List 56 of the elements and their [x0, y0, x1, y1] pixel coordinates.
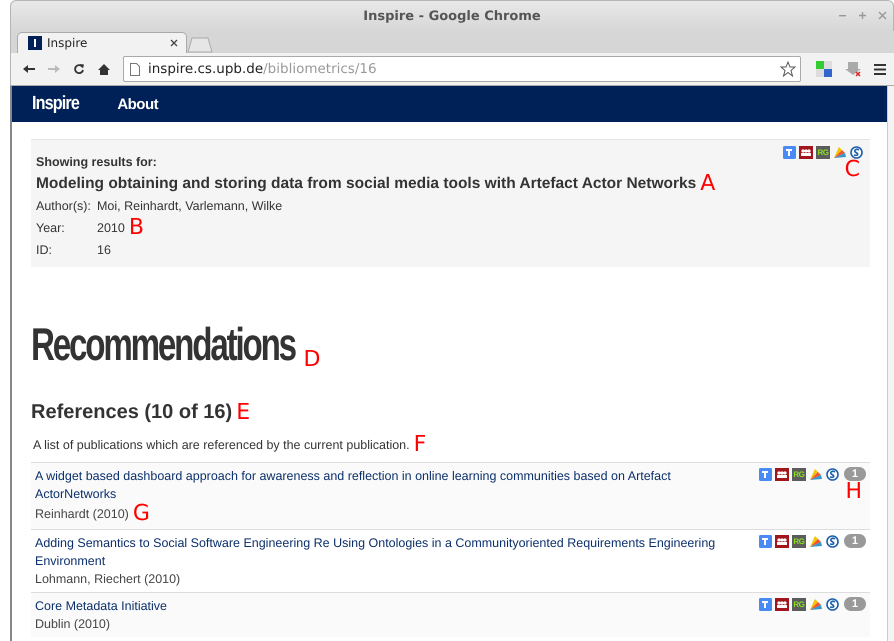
- count-badge: 1: [844, 597, 866, 611]
- browser-tab[interactable]: Inspire: [17, 32, 187, 53]
- annotation-letter: A: [700, 173, 716, 195]
- annotation-letter: F: [414, 434, 426, 456]
- rg-icon[interactable]: RG: [792, 598, 806, 610]
- extension-icon[interactable]: [816, 61, 832, 77]
- brand-link[interactable]: Inspire: [32, 93, 80, 115]
- field-value: 2010: [97, 221, 125, 235]
- close-icon[interactable]: [170, 39, 178, 47]
- reference-authors: Lohmann, Riechert (2010): [35, 571, 180, 588]
- rg-icon[interactable]: RG: [816, 146, 830, 159]
- publication-title: Modeling obtaining and storing data from social media tools with Artefact Actor Networks: [36, 175, 696, 193]
- star-icon[interactable]: [780, 61, 796, 77]
- reference-authors: Dublin (2010): [35, 616, 110, 633]
- reference-link[interactable]: A widget based dashboard approach for awareness and reflection in online learning communities based on Artefact ActorNetworks: [35, 467, 735, 503]
- fan-icon[interactable]: [808, 468, 823, 480]
- home-icon[interactable]: [98, 64, 110, 74]
- people-icon[interactable]: [774, 598, 789, 610]
- section-description: A list of publications which are referenced by the current publication.: [33, 438, 410, 452]
- annotation-letter: H: [845, 481, 862, 503]
- window-title: Inspire - Google Chrome: [363, 8, 541, 24]
- people-icon[interactable]: [774, 534, 789, 548]
- rg-icon[interactable]: RG: [792, 468, 806, 480]
- section-heading: References (10 of 16): [31, 401, 232, 424]
- annotation-letter: E: [236, 402, 250, 424]
- reload-icon[interactable]: [73, 63, 85, 75]
- back-icon[interactable]: [23, 64, 35, 74]
- scrollbar[interactable]: [887, 86, 894, 641]
- count-badge: 1: [844, 534, 866, 548]
- field-label: Author(s):: [36, 199, 92, 213]
- address-bar[interactable]: inspire.cs.upb.de/bibliometrics/16: [123, 56, 801, 82]
- fan-icon[interactable]: [808, 598, 823, 610]
- page-icon: [130, 62, 140, 76]
- page-heading: Recommendations: [31, 317, 295, 371]
- reference-authors: Reinhardt (2010): [35, 506, 129, 523]
- annotation-letter: B: [128, 217, 144, 239]
- fan-icon[interactable]: [808, 534, 823, 548]
- annotation-letter: D: [304, 349, 320, 371]
- annotation-letter: G: [132, 503, 150, 525]
- field-value: Moi, Reinhardt, Varlemann, Wilke: [97, 199, 282, 213]
- field-label: ID:: [36, 243, 53, 257]
- field-value: 16: [97, 243, 111, 257]
- favicon-icon: [28, 36, 42, 50]
- field-label: Year:: [36, 221, 66, 235]
- count-badge: 1: [844, 467, 866, 481]
- reference-link[interactable]: Core Metadata Initiative: [35, 597, 735, 615]
- annotation-letter: C: [844, 159, 860, 181]
- query-heading: Showing results for:: [36, 155, 157, 171]
- extension-icon[interactable]: [845, 61, 861, 77]
- nav-link[interactable]: About: [117, 96, 158, 112]
- people-icon[interactable]: [774, 468, 789, 480]
- reference-link[interactable]: Adding Semantics to Social Software Engineering Re Using Ontologies in a Communityoriented Requirements Engineering Environment: [35, 534, 735, 570]
- fan-icon[interactable]: [833, 146, 847, 159]
- rg-icon[interactable]: RG: [792, 534, 806, 548]
- menu-icon[interactable]: [874, 64, 886, 74]
- people-icon[interactable]: [799, 146, 813, 159]
